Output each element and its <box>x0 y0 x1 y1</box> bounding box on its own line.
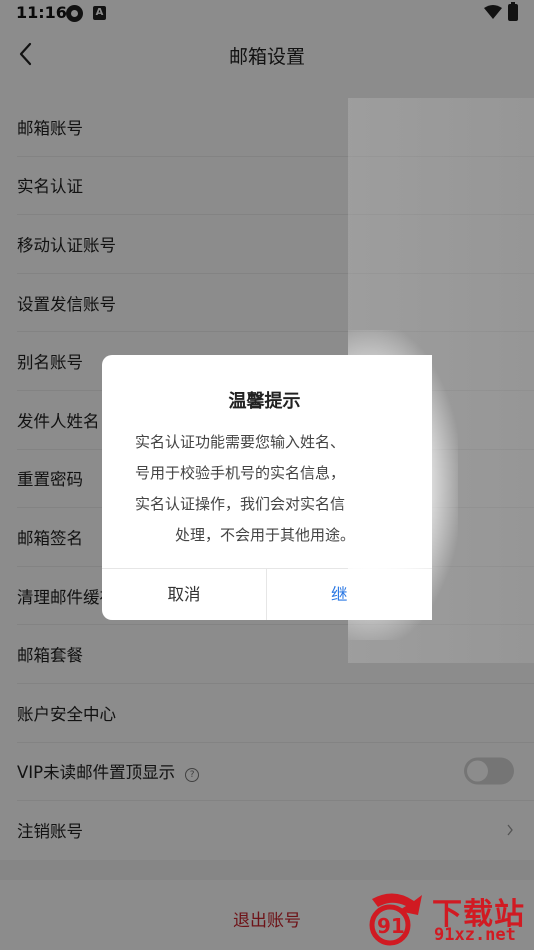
mailbox-settings-page: 11:16 A 邮箱设置 邮箱账号 实名认证 移动认证账号 设置发信账号 别名账… <box>0 0 534 950</box>
blurred-dialog-edge <box>348 330 458 640</box>
dialog-body-line: 实名认证功能需要您输入姓名、 <box>135 433 346 451</box>
watermark: 91 下载站 91xz.net <box>362 885 534 950</box>
dialog-body-line: 实名认证操作，我们会对实名信 <box>135 495 346 513</box>
watermark-badge-text: 91 <box>377 914 405 938</box>
dialog-body-line: 号用于校验手机号的实名信息， <box>135 464 346 482</box>
watermark-url: 91xz.net <box>434 925 516 945</box>
dialog-body-line: 处理，不会用于其他用途。 <box>175 526 348 544</box>
cancel-button[interactable]: 取消 <box>102 569 266 620</box>
watermark-logo: 91 <box>369 893 422 946</box>
